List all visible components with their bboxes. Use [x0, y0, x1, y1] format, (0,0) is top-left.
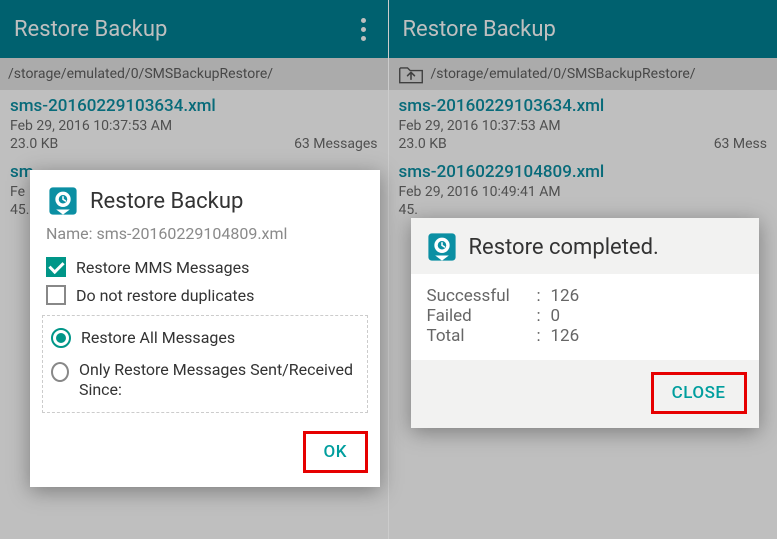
- checkbox-label: Restore MMS Messages: [76, 258, 249, 277]
- restore-since-radio-row[interactable]: Only Restore Messages Sent/Received Sinc…: [47, 354, 363, 406]
- app-icon: [46, 184, 80, 218]
- restore-options-dialog: Restore Backup Name: sms-20160229104809.…: [30, 170, 380, 487]
- no-duplicates-checkbox-row[interactable]: Do not restore duplicates: [30, 281, 380, 309]
- stat-success-value: 126: [551, 286, 580, 306]
- radio-label: Restore All Messages: [81, 328, 235, 348]
- checkbox-icon: [46, 257, 66, 277]
- restore-stats: Successful : 126 Failed : 0 Total : 126: [411, 274, 759, 360]
- ok-button[interactable]: OK: [303, 431, 368, 473]
- stat-success-label: Successful: [427, 286, 537, 306]
- checkbox-label: Do not restore duplicates: [76, 286, 254, 305]
- dialog-title: Restore completed.: [469, 235, 659, 260]
- radio-label: Only Restore Messages Sent/Received Sinc…: [79, 360, 359, 400]
- restore-complete-dialog: Restore completed. Successful : 126 Fail…: [411, 218, 759, 428]
- dialog-title: Restore Backup: [90, 189, 243, 214]
- app-icon: [425, 230, 459, 264]
- restore-all-radio-row[interactable]: Restore All Messages: [47, 322, 363, 354]
- screen-left: Restore Backup /storage/emulated/0/SMSBa…: [0, 0, 389, 539]
- stat-failed-value: 0: [551, 306, 561, 326]
- radio-icon: [51, 362, 69, 382]
- screen-right: Restore Backup /storage/emulated/0/SMSBa…: [389, 0, 777, 539]
- restore-mms-checkbox-row[interactable]: Restore MMS Messages: [30, 253, 380, 281]
- dialog-filename: Name: sms-20160229104809.xml: [30, 224, 380, 253]
- stat-total-label: Total: [427, 326, 537, 346]
- checkbox-icon: [46, 285, 66, 305]
- close-button[interactable]: CLOSE: [651, 372, 747, 414]
- radio-icon: [51, 328, 71, 348]
- restore-scope-radiogroup: Restore All Messages Only Restore Messag…: [42, 315, 368, 413]
- stat-total-value: 126: [551, 326, 580, 346]
- stat-failed-label: Failed: [427, 306, 537, 326]
